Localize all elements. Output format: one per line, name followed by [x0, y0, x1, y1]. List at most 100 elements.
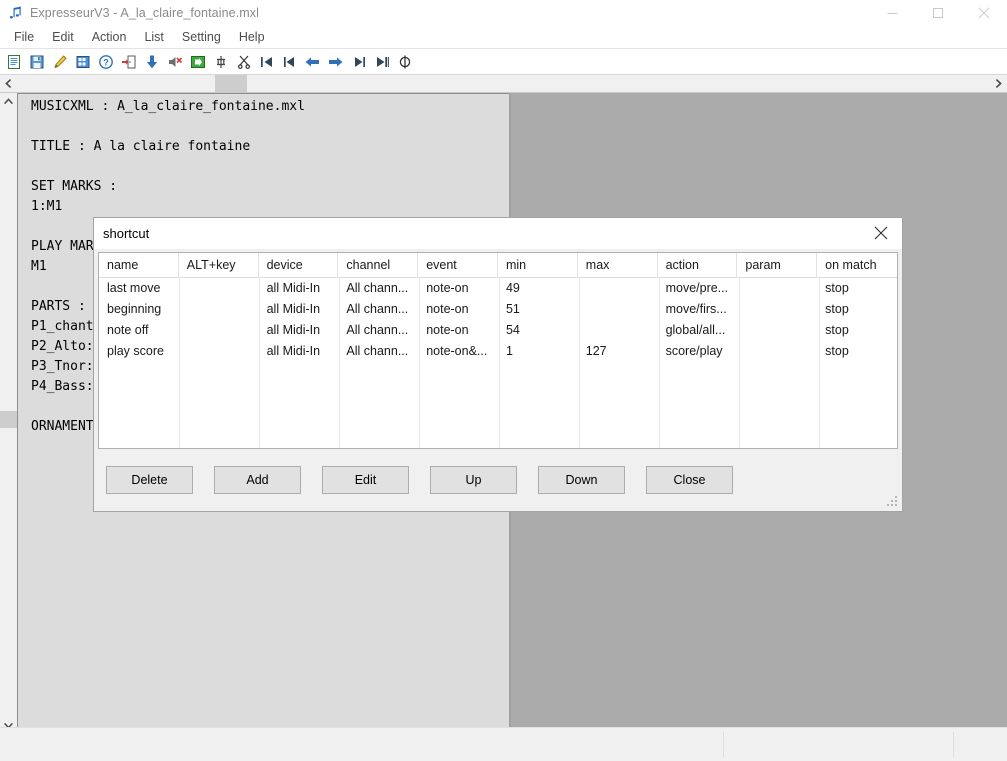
delete-button[interactable]: Delete	[106, 466, 193, 494]
shortcut-dialog: shortcut name ALT+key device channel	[93, 217, 903, 512]
column-header-channel[interactable]: channel	[338, 253, 418, 278]
window-title: ExpresseurV3 - A_la_claire_fontaine.mxl	[28, 6, 259, 20]
cell-max	[578, 278, 658, 299]
maximize-button[interactable]	[915, 0, 961, 26]
statusbar-divider-2	[953, 732, 954, 757]
cell-on-match: stop	[817, 278, 897, 299]
column-header-on-match[interactable]: on match	[817, 253, 897, 278]
metronome-icon[interactable]	[209, 50, 232, 73]
titlebar: ExpresseurV3 - A_la_claire_fontaine.mxl	[0, 0, 1007, 26]
listview-header: name ALT+key device channel event min ma…	[99, 253, 897, 278]
cell-action: score/play	[658, 341, 738, 362]
editor-vertical-scrollbar[interactable]	[0, 93, 17, 727]
cell-on-match: stop	[817, 299, 897, 320]
dialog-body: name ALT+key device channel event min ma…	[94, 249, 902, 511]
cell-min: 51	[498, 299, 578, 320]
cell-channel: All chann...	[338, 299, 418, 320]
close-button[interactable]	[961, 0, 1007, 26]
toolbar: ?	[0, 49, 1007, 75]
cell-alt-key	[179, 320, 259, 341]
menu-file[interactable]: File	[5, 28, 43, 47]
mdi-horizontal-scrollbar[interactable]	[0, 75, 1007, 93]
previous-arrow-icon[interactable]	[301, 50, 324, 73]
cell-name: play score	[99, 341, 179, 362]
cell-param	[737, 299, 817, 320]
mute-speaker-icon[interactable]	[163, 50, 186, 73]
scroll-right-icon[interactable]	[990, 75, 1007, 92]
column-header-max[interactable]: max	[578, 253, 658, 278]
cell-alt-key	[179, 299, 259, 320]
menu-setting[interactable]: Setting	[173, 28, 230, 47]
play-green-arrow-icon[interactable]	[186, 50, 209, 73]
column-header-device[interactable]: device	[259, 253, 339, 278]
next-arrow-icon[interactable]	[324, 50, 347, 73]
dialog-resize-grip[interactable]	[887, 496, 899, 508]
column-header-event[interactable]: event	[418, 253, 498, 278]
previous-mark-icon[interactable]	[278, 50, 301, 73]
dialog-title: shortcut	[94, 226, 149, 241]
cell-min: 49	[498, 278, 578, 299]
column-header-action[interactable]: action	[658, 253, 738, 278]
statusbar	[0, 727, 1007, 761]
cell-max	[578, 320, 658, 341]
shortcut-listview[interactable]: name ALT+key device channel event min ma…	[98, 252, 898, 449]
hscroll-thumb[interactable]	[215, 75, 247, 92]
cell-min: 1	[498, 341, 578, 362]
vscroll-thumb[interactable]	[0, 411, 17, 428]
menubar: File Edit Action List Setting Help	[0, 26, 1007, 49]
table-row[interactable]: note off all Midi-In All chann... note-o…	[99, 320, 897, 341]
cell-channel: All chann...	[338, 341, 418, 362]
minimize-button[interactable]	[869, 0, 915, 26]
cell-on-match: stop	[817, 341, 897, 362]
table-row[interactable]: beginning all Midi-In All chann... note-…	[99, 299, 897, 320]
music-note-icon	[0, 0, 28, 26]
cell-action: global/all...	[658, 320, 738, 341]
cut-scissors-icon[interactable]	[232, 50, 255, 73]
cell-name: last move	[99, 278, 179, 299]
down-button[interactable]: Down	[538, 466, 625, 494]
new-document-icon[interactable]	[2, 50, 25, 73]
dialog-button-bar: Delete Add Edit Up Down Close	[98, 449, 898, 511]
column-header-min[interactable]: min	[498, 253, 578, 278]
hscroll-track[interactable]	[17, 75, 990, 92]
cell-device: all Midi-In	[259, 320, 339, 341]
column-header-name[interactable]: name	[99, 253, 179, 278]
window-controls	[869, 0, 1007, 26]
edit-button[interactable]: Edit	[322, 466, 409, 494]
cell-event: note-on	[418, 299, 498, 320]
save-icon[interactable]	[25, 50, 48, 73]
cell-param	[737, 341, 817, 362]
cell-channel: All chann...	[338, 278, 418, 299]
download-arrow-icon[interactable]	[140, 50, 163, 73]
listview-rows: last move all Midi-In All chann... note-…	[99, 278, 897, 362]
scroll-down-icon[interactable]	[0, 717, 17, 727]
help-question-icon[interactable]: ?	[94, 50, 117, 73]
up-button[interactable]: Up	[430, 466, 517, 494]
menu-edit[interactable]: Edit	[43, 28, 83, 47]
scroll-left-icon[interactable]	[0, 75, 17, 92]
add-button[interactable]: Add	[214, 466, 301, 494]
skip-to-start-icon[interactable]	[255, 50, 278, 73]
cell-device: all Midi-In	[259, 341, 339, 362]
menu-action[interactable]: Action	[83, 28, 136, 47]
menu-help[interactable]: Help	[230, 28, 274, 47]
dialog-close-icon[interactable]	[860, 218, 902, 248]
scroll-up-icon[interactable]	[0, 93, 17, 110]
cell-max: 127	[578, 341, 658, 362]
edit-pencil-icon[interactable]	[48, 50, 71, 73]
cell-event: note-on	[418, 278, 498, 299]
next-mark-icon[interactable]	[347, 50, 370, 73]
column-header-alt-key[interactable]: ALT+key	[179, 253, 259, 278]
svg-text:?: ?	[103, 57, 109, 67]
panic-icon[interactable]	[393, 50, 416, 73]
cell-event: note-on&...	[418, 341, 498, 362]
column-header-param[interactable]: param	[737, 253, 817, 278]
exit-door-icon[interactable]	[117, 50, 140, 73]
skip-to-end-icon[interactable]	[370, 50, 393, 73]
close-button[interactable]: Close	[646, 466, 733, 494]
menu-list[interactable]: List	[135, 28, 172, 47]
table-row[interactable]: last move all Midi-In All chann... note-…	[99, 278, 897, 299]
midi-settings-icon[interactable]	[71, 50, 94, 73]
table-row[interactable]: play score all Midi-In All chann... note…	[99, 341, 897, 362]
statusbar-divider-1	[723, 732, 724, 757]
